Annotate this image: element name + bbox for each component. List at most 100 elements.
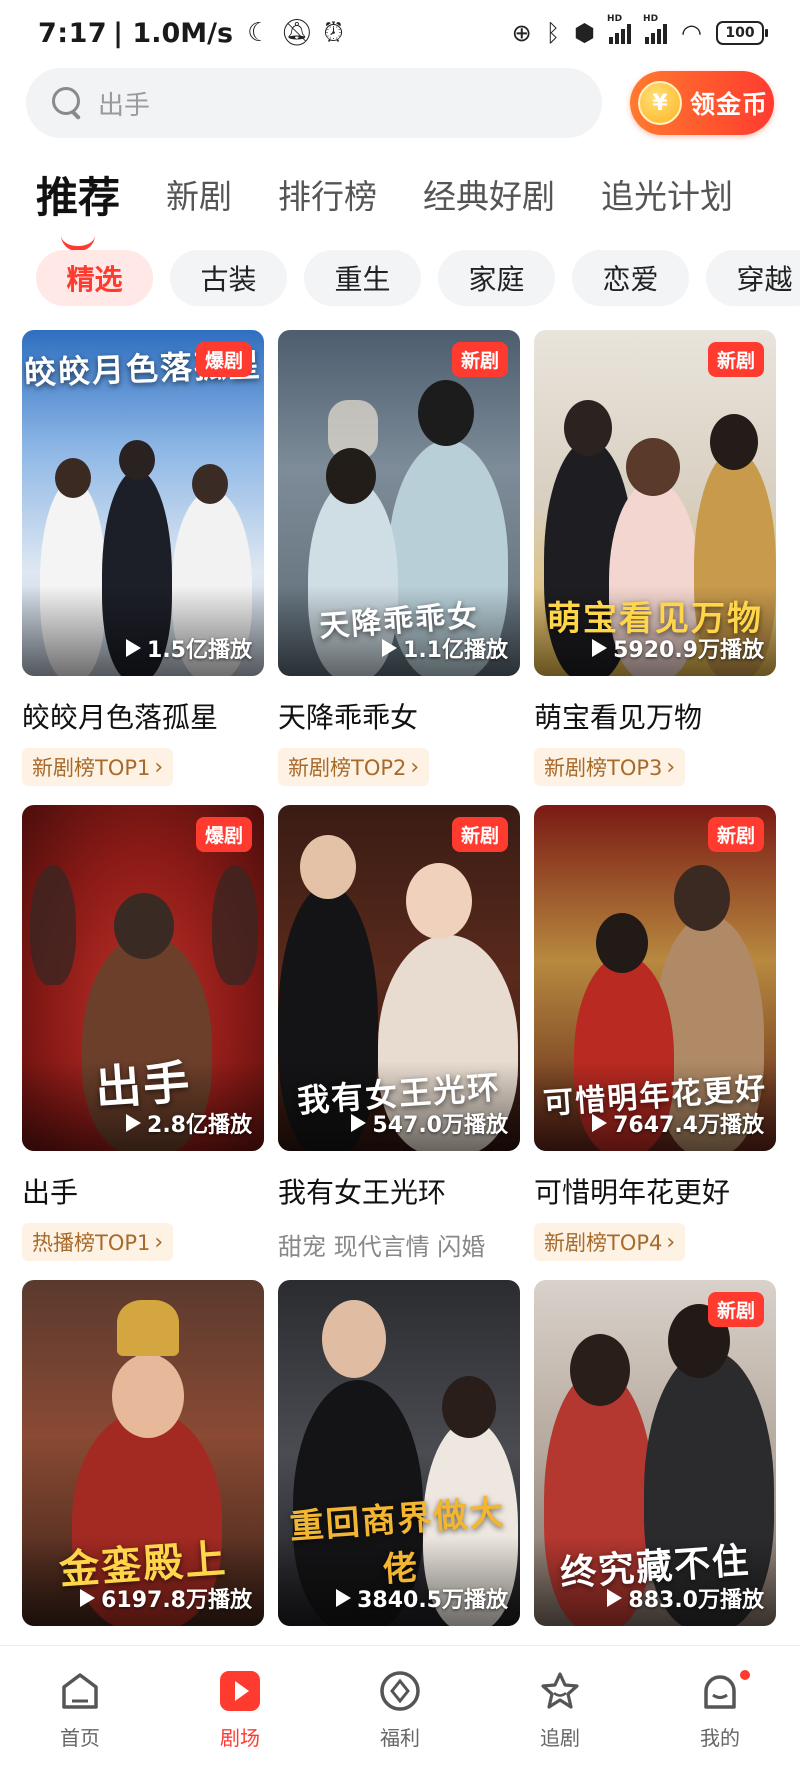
- nav-home[interactable]: 首页: [0, 1646, 160, 1777]
- search-input[interactable]: 出手: [26, 68, 602, 138]
- tab-recommended[interactable]: 推荐: [36, 160, 121, 251]
- chip-featured[interactable]: 精选: [36, 250, 153, 306]
- nfc-icon: ⬢: [574, 19, 596, 47]
- play-count: 3840.5万播放: [336, 1582, 508, 1614]
- new-badge: 新剧: [451, 817, 508, 852]
- rank-tag[interactable]: 新剧榜TOP2 ›: [278, 748, 430, 786]
- mute-bell-icon: 🔕︎: [280, 17, 314, 48]
- play-icon: [607, 1589, 623, 1607]
- play-icon: [80, 1589, 96, 1607]
- drama-poster[interactable]: 终究藏不住 新剧 883.0万播放: [534, 1280, 776, 1626]
- search-icon: [52, 87, 84, 119]
- home-icon: [57, 1668, 103, 1714]
- bottom-nav: 首页 剧场 福利 追剧 我的: [0, 1645, 800, 1777]
- drama-poster[interactable]: 出手 爆剧 2.8亿播放: [22, 805, 264, 1151]
- tab-label: 推荐: [36, 173, 121, 222]
- nav-label: 追剧: [540, 1726, 580, 1750]
- rank-tag-text: 热播榜TOP1: [32, 1231, 151, 1255]
- genre-tags: 甜宠 现代言情 闪婚: [278, 1233, 486, 1261]
- drama-poster[interactable]: 重回商界做大佬 3840.5万播放: [278, 1280, 520, 1626]
- nav-profile[interactable]: 我的: [640, 1646, 800, 1777]
- drama-title[interactable]: 皎皎月色落孤星: [22, 696, 264, 736]
- nav-label: 剧场: [220, 1726, 260, 1750]
- drama-card[interactable]: 可惜明年花更好 新剧 7647.4万播放 可惜明年花更好 新剧榜TOP4 ›: [534, 805, 776, 1280]
- play-count-text: 7647.4万播放: [613, 1113, 764, 1138]
- chip-romance[interactable]: 恋爱: [572, 250, 689, 306]
- play-count: 2.8亿播放: [126, 1107, 252, 1139]
- drama-card[interactable]: 天降乖乖女 新剧 1.1亿播放 天降乖乖女 新剧榜TOP2 ›: [278, 330, 520, 805]
- coin-icon: ¥: [638, 81, 682, 125]
- play-count: 883.0万播放: [607, 1582, 764, 1614]
- theater-play-icon: [217, 1668, 263, 1714]
- signal-icon: HD: [607, 14, 632, 44]
- rank-tag-text: 新剧榜TOP4: [544, 1231, 663, 1255]
- play-icon: [336, 1589, 352, 1607]
- play-count-text: 547.0万播放: [372, 1113, 508, 1138]
- search-placeholder: 出手: [98, 90, 151, 121]
- tab-zhuiguang-plan[interactable]: 追光计划: [601, 160, 733, 218]
- star-follow-icon: [537, 1668, 583, 1714]
- chevron-right-icon: ›: [154, 754, 164, 780]
- chip-family[interactable]: 家庭: [438, 250, 555, 306]
- chip-time-travel[interactable]: 穿越: [706, 250, 800, 306]
- play-count-text: 1.5亿播放: [147, 638, 252, 663]
- welfare-icon: [377, 1668, 423, 1714]
- play-icon: [592, 1114, 608, 1132]
- chevron-right-icon: ›: [154, 1229, 164, 1255]
- rank-tag-text: 新剧榜TOP3: [544, 756, 663, 780]
- rank-tag[interactable]: 新剧榜TOP1 ›: [22, 748, 174, 786]
- play-icon: [126, 639, 142, 657]
- tab-classics[interactable]: 经典好剧: [423, 160, 555, 218]
- new-badge: 新剧: [707, 1292, 764, 1327]
- drama-title[interactable]: 出手: [22, 1171, 264, 1211]
- play-count-text: 3840.5万播放: [357, 1588, 508, 1613]
- play-icon: [592, 639, 608, 657]
- drama-poster[interactable]: 皎皎月色落孤星 爆剧 1.5亿播放: [22, 330, 264, 676]
- drama-title[interactable]: 我有女王光环: [278, 1171, 520, 1211]
- drama-card[interactable]: 皎皎月色落孤星 爆剧 1.5亿播放 皎皎月色落孤星 新剧榜TOP1 ›: [22, 330, 264, 805]
- drama-poster[interactable]: 萌宝看见万物 新剧 5920.9万播放: [534, 330, 776, 676]
- chevron-right-icon: ›: [666, 754, 676, 780]
- drama-poster[interactable]: 我有女王光环 新剧 547.0万播放: [278, 805, 520, 1151]
- rank-tag[interactable]: 新剧榜TOP4 ›: [534, 1223, 686, 1261]
- drama-poster[interactable]: 天降乖乖女 新剧 1.1亿播放: [278, 330, 520, 676]
- new-badge: 新剧: [707, 817, 764, 852]
- play-count: 1.5亿播放: [126, 632, 252, 664]
- network-speed: | 1.0M/s: [113, 17, 234, 49]
- hot-badge: 爆剧: [195, 342, 252, 377]
- drama-poster[interactable]: 金銮殿上 6197.8万播放: [22, 1280, 264, 1626]
- play-count: 7647.4万播放: [592, 1107, 764, 1139]
- play-count-text: 6197.8万播放: [101, 1588, 252, 1613]
- category-chips: 精选 古装 重生 家庭 恋爱 穿越: [36, 250, 800, 308]
- drama-card[interactable]: 我有女王光环 新剧 547.0万播放 我有女王光环 甜宠 现代言情 闪婚: [278, 805, 520, 1280]
- nav-theater[interactable]: 剧场: [160, 1646, 320, 1777]
- rank-tag-text: 新剧榜TOP2: [288, 756, 407, 780]
- drama-title[interactable]: 萌宝看见万物: [534, 696, 776, 736]
- play-count: 6197.8万播放: [80, 1582, 252, 1614]
- play-count-text: 2.8亿播放: [147, 1113, 252, 1138]
- tab-rankings[interactable]: 排行榜: [278, 160, 377, 218]
- drama-poster[interactable]: 可惜明年花更好 新剧 7647.4万播放: [534, 805, 776, 1151]
- nav-label: 我的: [700, 1726, 740, 1750]
- chip-costume[interactable]: 古装: [170, 250, 287, 306]
- chevron-right-icon: ›: [410, 754, 420, 780]
- new-badge: 新剧: [707, 342, 764, 377]
- signal-icon-2: HD: [643, 14, 668, 44]
- rank-tag[interactable]: 热播榜TOP1 ›: [22, 1223, 174, 1261]
- nav-welfare[interactable]: 福利: [320, 1646, 480, 1777]
- new-badge: 新剧: [451, 342, 508, 377]
- profile-icon: [697, 1668, 743, 1714]
- chip-rebirth[interactable]: 重生: [304, 250, 421, 306]
- nav-following[interactable]: 追剧: [480, 1646, 640, 1777]
- drama-title[interactable]: 天降乖乖女: [278, 696, 520, 736]
- tab-new-dramas[interactable]: 新剧: [166, 160, 232, 218]
- get-coins-button[interactable]: ¥ 领金币: [630, 71, 774, 135]
- drama-title[interactable]: 可惜明年花更好: [534, 1171, 776, 1211]
- play-count-text: 883.0万播放: [628, 1588, 764, 1613]
- bluetooth-icon: ᛒ: [545, 19, 561, 47]
- drama-card[interactable]: 萌宝看见万物 新剧 5920.9万播放 萌宝看见万物 新剧榜TOP3 ›: [534, 330, 776, 805]
- rank-tag[interactable]: 新剧榜TOP3 ›: [534, 748, 686, 786]
- battery-icon: 100: [716, 21, 768, 45]
- chevron-right-icon: ›: [666, 1229, 676, 1255]
- drama-card[interactable]: 出手 爆剧 2.8亿播放 出手 热播榜TOP1 ›: [22, 805, 264, 1280]
